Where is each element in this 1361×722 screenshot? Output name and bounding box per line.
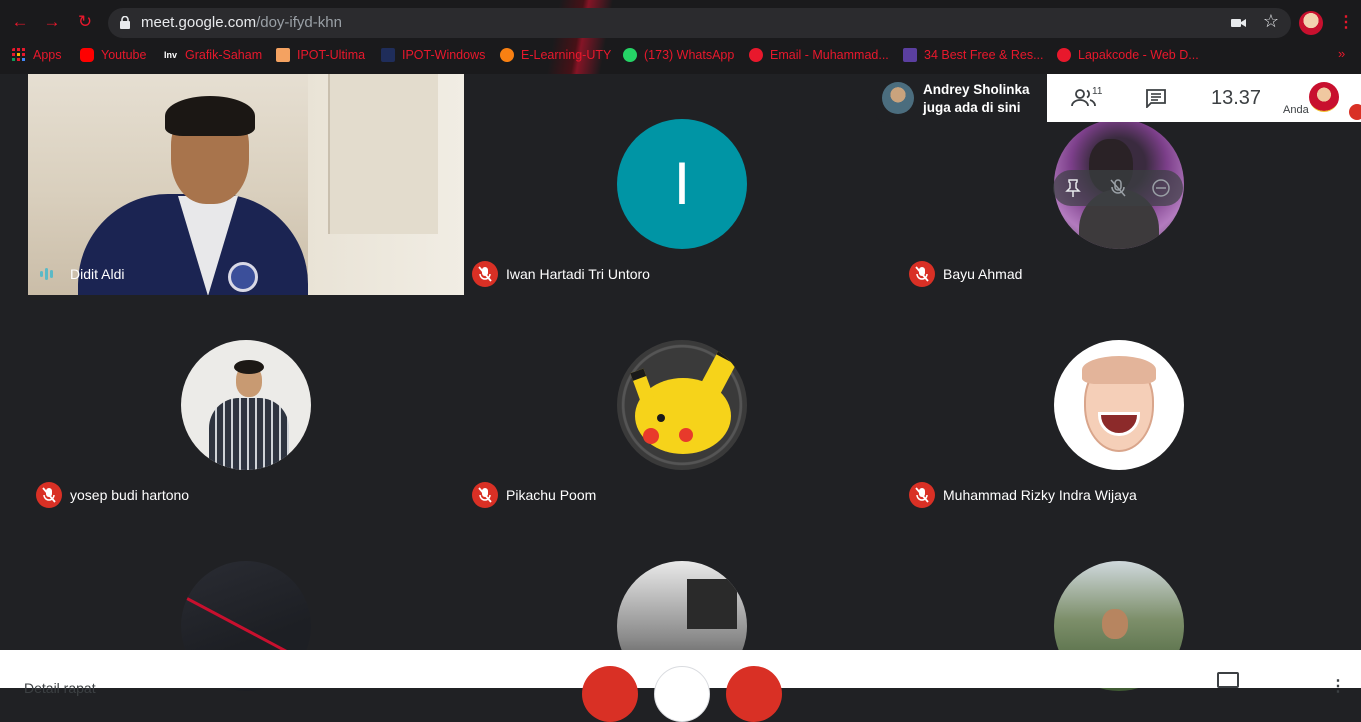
notification-text: Andrey Sholinka juga ada di sini (923, 82, 1030, 115)
camera-icon[interactable] (1231, 16, 1247, 30)
video-badge (228, 262, 258, 292)
participant-name: Pikachu Poom (506, 487, 597, 503)
participant-name: yosep budi hartono (70, 487, 190, 503)
mute-participant-icon[interactable] (1108, 178, 1128, 198)
bookmark-lapakcode[interactable]: Lapakcode - Web D... (1057, 46, 1199, 64)
chat-icon[interactable] (1145, 88, 1167, 108)
bookmark-youtube[interactable]: Youtube (80, 46, 146, 64)
bookmark-apps[interactable]: Apps (12, 46, 62, 64)
mic-toggle-button[interactable] (582, 666, 638, 722)
ipot-icon (276, 48, 290, 62)
apps-grid-icon (12, 48, 25, 61)
browser-chrome: ← → ↻ meet.google.com/doy-ifyd-khn ☆ ⋮ A… (0, 0, 1361, 74)
participant-name: Muhammad Rizky Indra Wijaya (943, 487, 1137, 503)
camera-toggle-button[interactable] (726, 666, 782, 722)
participant-grid: Didit Aldi I Iwan Hartadi Tri Untoro Bay… (28, 74, 1337, 691)
profile-avatar[interactable] (1299, 11, 1323, 35)
speaking-indicator-icon (40, 267, 58, 281)
participant-avatar (181, 340, 311, 470)
url-text: meet.google.com/doy-ifyd-khn (141, 14, 342, 31)
browser-menu-icon[interactable]: ⋮ (1338, 12, 1354, 32)
join-notification: Andrey Sholinka juga ada di sini (876, 74, 1047, 122)
more-options-icon[interactable]: ⋮ (1330, 676, 1346, 696)
self-label: Anda (1283, 104, 1309, 116)
lapakcode-icon (1057, 48, 1071, 62)
bookmarks-bar: Apps Youtube Inv Grafik-Saham IPOT-Ultim… (0, 44, 1361, 66)
tile-hover-controls (1053, 170, 1183, 206)
notification-avatar (882, 82, 914, 114)
whatsapp-icon (623, 48, 637, 62)
mic-off-icon (36, 482, 62, 508)
participant-count: 11 (1092, 86, 1103, 97)
bookmark-email[interactable]: Email - Muhammad... (749, 46, 889, 64)
self-mic-off-icon (1349, 104, 1361, 120)
participant-name: Iwan Hartadi Tri Untoro (506, 266, 650, 282)
present-screen-icon[interactable] (1217, 672, 1239, 688)
leave-call-button[interactable] (654, 666, 710, 722)
remove-participant-icon[interactable] (1151, 178, 1171, 198)
bookmark-colorlib[interactable]: 34 Best Free & Res... (903, 46, 1044, 64)
address-bar[interactable]: meet.google.com/doy-ifyd-khn ☆ (108, 8, 1291, 38)
lock-icon (120, 16, 130, 29)
meeting-info-bar: 11 13.37 Anda (1047, 74, 1361, 122)
mic-off-icon (472, 261, 498, 287)
bookmark-whatsapp[interactable]: (173) WhatsApp (623, 46, 734, 64)
ipot-windows-icon (381, 48, 395, 62)
reload-icon[interactable]: ↻ (75, 12, 95, 32)
colorlib-icon (903, 48, 917, 62)
pin-icon[interactable] (1063, 178, 1083, 198)
participant-avatar: I (617, 119, 747, 249)
email-icon (749, 48, 763, 62)
participant-avatar (617, 340, 747, 470)
mic-off-icon (909, 482, 935, 508)
bookmark-elearning[interactable]: E-Learning-UTY (500, 46, 611, 64)
participant-name: Didit Aldi (70, 266, 125, 282)
meeting-clock: 13.37 (1211, 87, 1262, 109)
video-background-door (328, 74, 438, 234)
meeting-details-button[interactable]: Detail rapat (24, 680, 96, 696)
forward-arrow-icon[interactable]: → (42, 12, 62, 32)
bookmark-grafik-saham[interactable]: Inv Grafik-Saham (164, 46, 262, 64)
mic-off-icon (472, 482, 498, 508)
bookmark-ipot-ultima[interactable]: IPOT-Ultima (276, 46, 365, 64)
mic-off-icon (909, 261, 935, 287)
self-avatar (1309, 82, 1339, 112)
video-person-hair (165, 96, 255, 136)
participant-video-tile[interactable]: Didit Aldi (28, 74, 464, 295)
investing-icon: Inv (164, 48, 178, 62)
bookmark-ipot-windows[interactable]: IPOT-Windows (381, 46, 485, 64)
more-bookmarks-icon[interactable]: » (1338, 46, 1345, 61)
youtube-icon (80, 48, 94, 62)
moodle-icon (500, 48, 514, 62)
bookmark-star-icon[interactable]: ☆ (1263, 11, 1279, 32)
participant-avatar (1054, 340, 1184, 470)
participant-name: Bayu Ahmad (943, 266, 1023, 282)
back-arrow-icon[interactable]: ← (10, 12, 30, 32)
self-view[interactable]: Anda (1279, 74, 1361, 122)
bottom-control-bar: Detail rapat ⋮ (0, 650, 1361, 722)
